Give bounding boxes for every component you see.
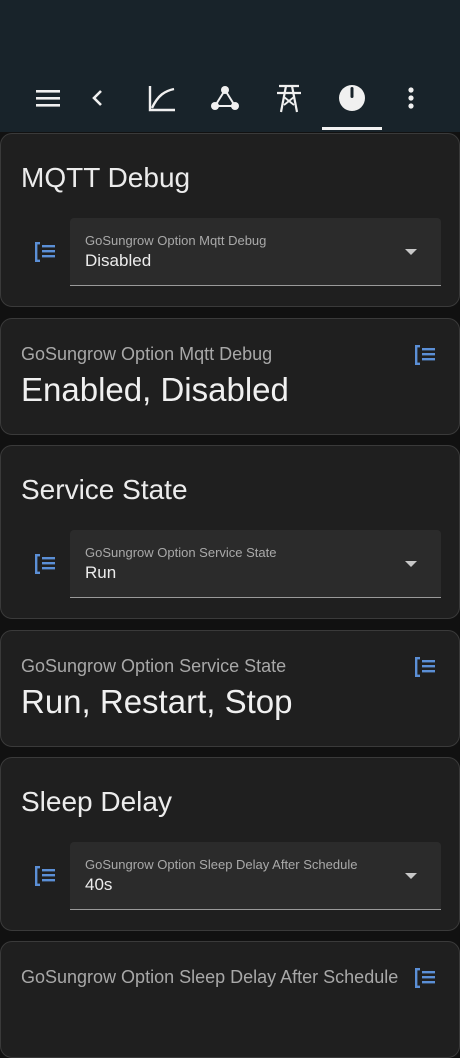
menu-icon[interactable] bbox=[24, 74, 72, 122]
service-state-select[interactable]: GoSungrow Option Service State Run bbox=[70, 530, 441, 598]
select-label: GoSungrow Option Sleep Delay After Sched… bbox=[85, 857, 358, 872]
select-value: Disabled bbox=[85, 251, 152, 270]
dropdown-caret-icon bbox=[405, 561, 417, 567]
transmission-tower-icon[interactable] bbox=[265, 74, 313, 122]
app-bar bbox=[0, 0, 460, 132]
format-list-icon bbox=[33, 552, 57, 576]
active-tab-indicator bbox=[322, 127, 382, 130]
sleep-delay-select[interactable]: GoSungrow Option Sleep Delay After Sched… bbox=[70, 842, 441, 910]
back-chevron-icon[interactable] bbox=[74, 74, 122, 122]
card-title: Service State bbox=[21, 474, 188, 505]
info-label: GoSungrow Option Sleep Delay After Sched… bbox=[21, 967, 399, 987]
card-title: MQTT Debug bbox=[21, 162, 191, 193]
info-value: Enabled, Disabled bbox=[21, 371, 289, 408]
format-list-icon bbox=[413, 343, 437, 367]
select-value: 40s bbox=[85, 875, 113, 894]
info-label: GoSungrow Option Service State bbox=[21, 656, 287, 676]
info-label: GoSungrow Option Mqtt Debug bbox=[21, 344, 273, 364]
format-list-icon bbox=[413, 655, 437, 679]
info-card-mqtt-debug: GoSungrow Option Mqtt Debug Enabled, Dis… bbox=[0, 318, 460, 435]
toolbar bbox=[0, 70, 460, 126]
gauge-icon[interactable] bbox=[328, 74, 376, 122]
select-card-sleep-delay: Sleep Delay GoSungrow Option Sleep Delay… bbox=[0, 757, 460, 931]
more-vert-icon[interactable] bbox=[387, 74, 435, 122]
format-list-icon bbox=[413, 966, 437, 990]
chart-line-icon[interactable] bbox=[138, 74, 186, 122]
select-card-service-state: Service State GoSungrow Option Service S… bbox=[0, 445, 460, 619]
format-list-icon bbox=[33, 240, 57, 264]
select-value: Run bbox=[85, 563, 117, 582]
card-title: Sleep Delay bbox=[21, 786, 172, 817]
info-value: Run, Restart, Stop bbox=[21, 683, 293, 720]
graph-nodes-icon[interactable] bbox=[201, 74, 249, 122]
select-label: GoSungrow Option Service State bbox=[85, 545, 277, 560]
format-list-icon bbox=[33, 864, 57, 888]
dropdown-caret-icon bbox=[405, 873, 417, 879]
select-label: GoSungrow Option Mqtt Debug bbox=[85, 233, 267, 248]
mqtt-debug-select[interactable]: GoSungrow Option Mqtt Debug Disabled bbox=[70, 218, 441, 286]
info-card-service-state: GoSungrow Option Service State Run, Rest… bbox=[0, 630, 460, 747]
select-card-mqtt-debug: MQTT Debug GoSungrow Option Mqtt Debug D… bbox=[0, 133, 460, 307]
dropdown-caret-icon bbox=[405, 249, 417, 255]
